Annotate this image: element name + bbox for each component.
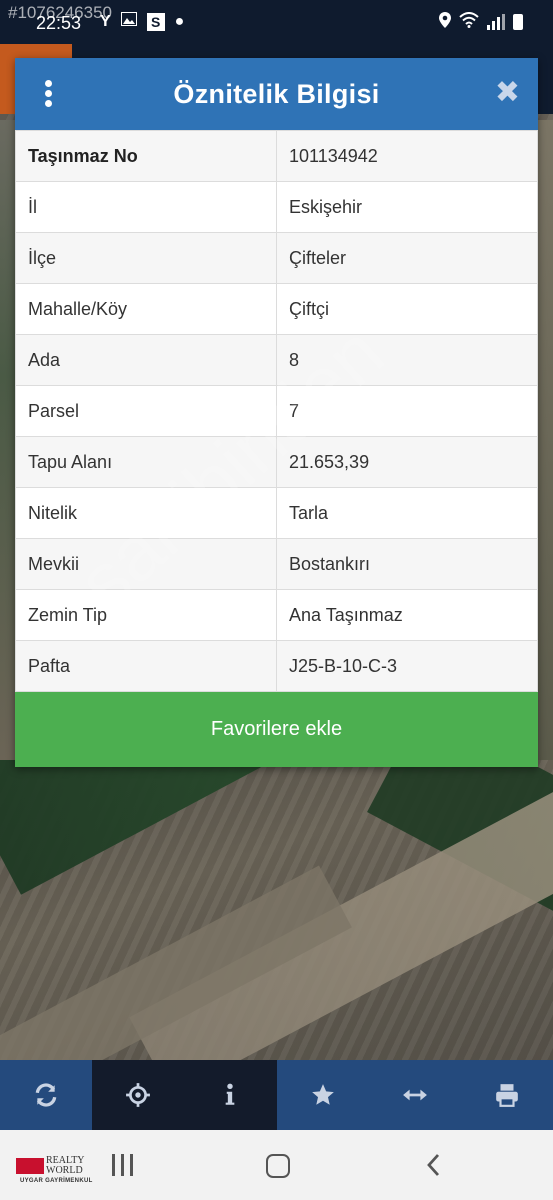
signal-icon — [487, 14, 505, 30]
battery-icon — [513, 14, 523, 30]
star-icon — [311, 1084, 334, 1105]
attr-value: Çifteler — [276, 232, 538, 284]
home-button[interactable] — [266, 1154, 290, 1178]
table-row: Pafta J25-B-10-C-3 — [15, 640, 538, 692]
table-row: Mahalle/Köy Çiftçi — [15, 283, 538, 335]
measure-button[interactable] — [368, 1060, 461, 1130]
attr-key: Pafta — [15, 640, 277, 692]
attr-key: İl — [15, 181, 277, 233]
attr-value: Çiftçi — [276, 283, 538, 335]
add-to-favorites-button[interactable]: Favorilere ekle — [15, 692, 538, 767]
status-right-icons — [439, 12, 523, 32]
y-icon: Y — [100, 12, 111, 30]
attribute-info-dialog: Öznitelik Bilgisi ✖ Taşınmaz No 101134942… — [15, 58, 538, 767]
back-button[interactable] — [424, 1152, 442, 1183]
map-toolbar — [0, 1060, 553, 1130]
s-app-icon: S — [146, 12, 165, 31]
attr-key: İlçe — [15, 232, 277, 284]
info-icon — [226, 1083, 235, 1105]
attr-value: 21.653,39 — [276, 436, 538, 488]
print-button[interactable] — [460, 1060, 553, 1130]
locate-button[interactable] — [92, 1060, 185, 1130]
measure-icon — [402, 1089, 427, 1101]
attr-value: Eskişehir — [276, 181, 538, 233]
table-row: Parsel 7 — [15, 385, 538, 437]
location-icon — [439, 12, 451, 32]
system-navigation-bar: REALTY WORLD UYGAR GAYRİMENKUL — [0, 1130, 553, 1200]
attr-value: Ana Taşınmaz — [276, 589, 538, 641]
attr-key: Mahalle/Köy — [15, 283, 277, 335]
status-bar: #1076246350 22:53 Y S ● — [0, 0, 553, 44]
attr-value: 8 — [276, 334, 538, 386]
attr-key: Ada — [15, 334, 277, 386]
dot-icon: ● — [174, 12, 185, 30]
attr-value: J25-B-10-C-3 — [276, 640, 538, 692]
print-icon — [496, 1084, 518, 1107]
status-time: 22:53 — [36, 13, 82, 33]
favorites-button[interactable] — [276, 1060, 369, 1130]
wifi-icon — [459, 12, 479, 32]
attr-key: Nitelik — [15, 487, 277, 539]
table-row: Zemin Tip Ana Taşınmaz — [15, 589, 538, 641]
attr-value: Tarla — [276, 487, 538, 539]
close-icon[interactable]: ✖ — [495, 76, 520, 110]
map-right-edge — [537, 120, 553, 760]
logo-line-2: WORLD — [46, 1165, 83, 1176]
table-row: Ada 8 — [15, 334, 538, 386]
refresh-button[interactable] — [0, 1060, 93, 1130]
status-left-icons: Y S ● — [100, 12, 184, 31]
table-row: Mevkii Bostankırı — [15, 538, 538, 590]
dialog-title: Öznitelik Bilgisi — [173, 79, 380, 109]
attr-key: Zemin Tip — [15, 589, 277, 641]
table-row: Nitelik Tarla — [15, 487, 538, 539]
refresh-icon — [35, 1083, 57, 1107]
recent-apps-button[interactable] — [112, 1154, 133, 1176]
attr-value: 7 — [276, 385, 538, 437]
chevron-left-icon — [427, 1154, 440, 1176]
attr-key: Tapu Alanı — [15, 436, 277, 488]
table-row: Taşınmaz No 101134942 — [15, 130, 538, 182]
table-row: İl Eskişehir — [15, 181, 538, 233]
logo-text: REALTY WORLD — [46, 1156, 85, 1176]
attr-key: Mevkii — [15, 538, 277, 590]
attr-value: 101134942 — [276, 130, 538, 182]
crosshair-icon — [126, 1083, 151, 1107]
table-row: Tapu Alanı 21.653,39 — [15, 436, 538, 488]
table-row: İlçe Çifteler — [15, 232, 538, 284]
info-button[interactable] — [184, 1060, 277, 1130]
logo-subtitle: UYGAR GAYRİMENKUL — [20, 1178, 93, 1184]
attr-value: Bostankırı — [276, 538, 538, 590]
attribute-table: Taşınmaz No 101134942 İl Eskişehir İlçe Çif… — [15, 130, 538, 692]
dialog-header: Öznitelik Bilgisi ✖ — [15, 58, 538, 130]
attr-key: Taşınmaz No — [15, 130, 277, 182]
attr-key: Parsel — [15, 385, 277, 437]
image-icon — [120, 12, 137, 31]
logo-mark — [16, 1158, 44, 1174]
realty-world-logo: REALTY WORLD UYGAR GAYRİMENKUL — [16, 1156, 94, 1188]
